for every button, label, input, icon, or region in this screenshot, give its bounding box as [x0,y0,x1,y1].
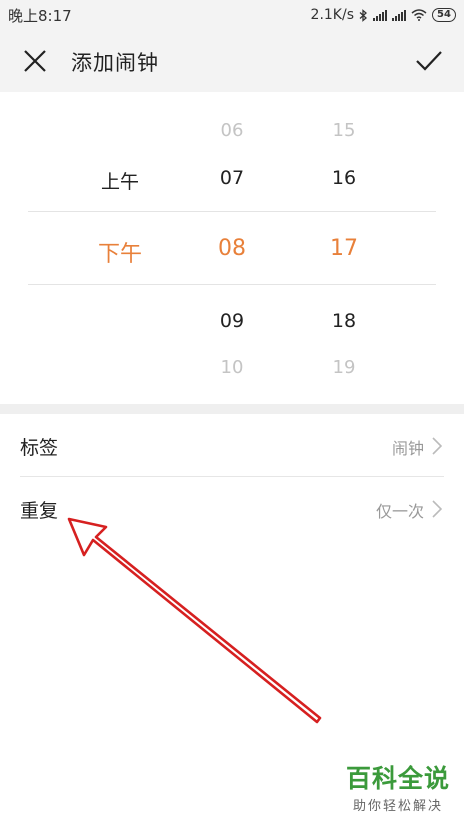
title-bar: 添加闹钟 [0,30,464,92]
status-icons: 2.1K/s 54 [311,7,456,23]
label-row-value: 闹钟 [391,439,424,458]
section-gap [0,404,464,414]
minute-selected[interactable]: 17 [304,236,384,261]
watermark: 百科全说 助你轻松解决 [338,764,458,814]
battery-icon: 54 [432,8,456,22]
watermark-title: 百科全说 [345,764,450,793]
chevron-right-icon [432,500,442,518]
watermark-subtitle: 助你轻松解决 [352,799,443,814]
picker-divider [28,284,436,285]
network-speed: 2.1K/s [310,7,354,23]
label-row[interactable]: 标签 闹钟 [0,414,464,476]
label-row-title: 标签 [20,437,59,459]
status-bar: 晚上8:17 2.1K/s 54 [0,0,464,30]
chevron-right-icon [432,437,442,455]
hour-option[interactable]: 10 [192,357,272,378]
signal-icon [373,9,387,21]
ampm-selected[interactable]: 下午 [80,236,160,268]
time-picker[interactable]: 上午 下午 06 07 08 09 10 15 16 17 18 19 [0,92,464,404]
minute-option[interactable]: 18 [304,310,384,332]
wifi-icon [411,9,427,21]
ampm-option-am[interactable]: 上午 [80,167,160,194]
minute-option[interactable]: 15 [304,120,384,141]
repeat-row-title: 重复 [20,500,59,522]
picker-divider [28,211,436,212]
hour-option[interactable]: 09 [192,310,272,332]
signal-icon [392,9,406,21]
repeat-row-value: 仅一次 [375,502,424,521]
close-icon[interactable] [22,48,48,74]
hour-option[interactable]: 06 [192,120,272,141]
hour-selected[interactable]: 08 [192,236,272,261]
repeat-row[interactable]: 重复 仅一次 [0,477,464,539]
check-icon[interactable] [414,48,444,74]
status-time: 晚上8:17 [8,6,72,25]
minute-option[interactable]: 19 [304,357,384,378]
page-title: 添加闹钟 [71,51,159,75]
bluetooth-icon [359,8,367,22]
minute-option[interactable]: 16 [304,167,384,189]
hour-option[interactable]: 07 [192,167,272,189]
